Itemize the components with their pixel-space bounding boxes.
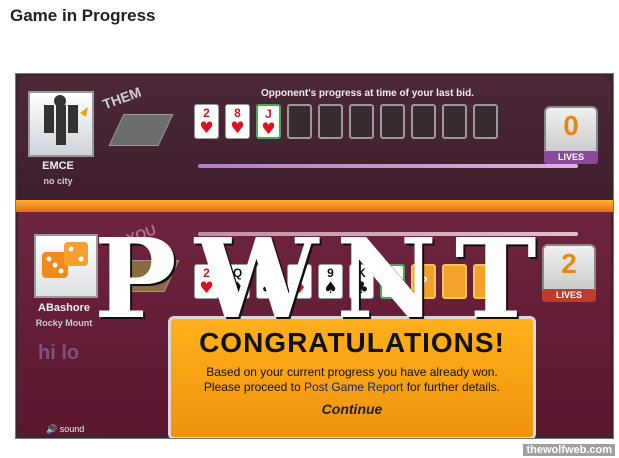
sound-toggle[interactable]: 🔊 sound (46, 424, 84, 435)
opponent-lives-label: LIVES (544, 151, 598, 164)
opponent-empty-slot (318, 104, 343, 139)
user-silhouette-icon (44, 95, 88, 145)
opponent-empty-slot (473, 104, 498, 139)
card-suit: ♥ (199, 118, 214, 137)
continue-button[interactable]: Continue (171, 401, 533, 417)
speaker-icon: 🔊 (46, 424, 58, 434)
post-game-report-link[interactable]: Post Game Report (304, 380, 403, 394)
opponent-empty-slot (380, 104, 405, 139)
hilo-logo: hi lo (38, 342, 80, 364)
congrats-line-1: Based on your current progress you have … (206, 365, 498, 379)
progress-caption: Opponent's progress at time of your last… (261, 88, 474, 99)
opponent-lives: 0 LIVES (544, 106, 598, 164)
opponent-empty-slot (349, 104, 374, 139)
opponent-card: J ♥ (256, 104, 281, 139)
opponent-progress-track (198, 164, 578, 168)
opponent-name: EMCE (42, 160, 74, 172)
congrats-line-2-prefix: Please proceed to (203, 380, 304, 394)
dice-icon (42, 242, 88, 278)
opponent-city: no city (43, 176, 73, 186)
watermark: thewolfweb.com (523, 444, 615, 456)
opponent-avatar (28, 91, 94, 157)
pwnt-overlay: PWNT (94, 214, 555, 343)
page-title: Game in Progress (10, 6, 156, 25)
divider-bar (16, 200, 613, 212)
player-name: ABashore (38, 302, 90, 314)
card-suit: ♥ (261, 119, 276, 138)
congrats-message: Based on your current progress you have … (171, 365, 533, 395)
opponent-empty-slot (411, 104, 436, 139)
game-frame: EMCE no city THEM Opponent's progress at… (15, 73, 614, 439)
player-avatar (34, 234, 98, 298)
card-suit: ♥ (230, 118, 245, 137)
sound-label: sound (59, 424, 85, 434)
opponent-card: 8 ♥ (225, 104, 250, 139)
player-city: Rocky Mount (35, 318, 93, 328)
opponent-empty-slot (442, 104, 467, 139)
opponent-card: 2 ♥ (194, 104, 219, 139)
congrats-line-2-suffix: for further details. (403, 380, 501, 394)
opponent-empty-slot (287, 104, 312, 139)
opponent-lives-count: 0 (563, 110, 579, 141)
